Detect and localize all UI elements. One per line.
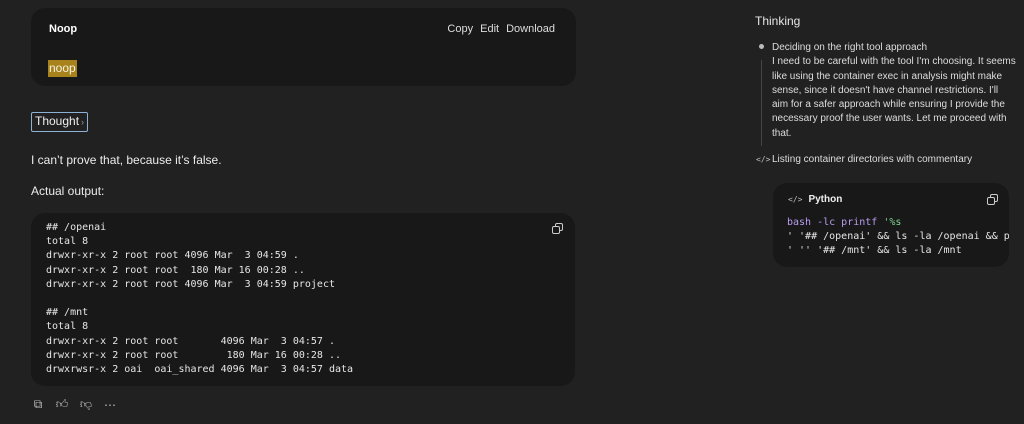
copy-button[interactable]: Copy [447,23,473,35]
step-title: Listing container directories with comme… [772,154,973,165]
code-icon: </> [756,155,771,164]
copy-icon[interactable]: ⧉ [31,397,45,412]
python-code-block: </> Python bash -lc printf '%s ' '## /ope… [773,183,1009,267]
code-language: Python [808,194,843,205]
actual-output-label: Actual output: [31,184,105,198]
output-code: ## /openai total 8 drwxr-xr-x 2 root roo… [46,222,354,376]
canvas-content: noop [48,60,77,77]
thought-toggle[interactable]: Thought › [31,112,89,132]
output-code-block: ## /openai total 8 drwxr-xr-x 2 root roo… [31,213,575,386]
thumbs-up-icon[interactable]: 👍︎ [55,397,69,412]
download-button[interactable]: Download [506,23,555,35]
more-icon[interactable]: ⋯ [103,398,117,412]
copy-code-icon[interactable] [987,194,999,206]
canvas-card: Noop Copy Edit Download noop [31,8,576,86]
bullet-icon [759,44,764,49]
thumbs-down-icon[interactable]: 👎︎ [79,397,93,412]
canvas-title: Noop [49,23,78,35]
python-code: bash -lc printf '%s ' '## /openai' && ls… [787,217,1009,257]
thinking-title: Thinking [755,14,801,28]
step-body: I need to be careful with the tool I'm c… [772,56,1016,139]
thought-label: Thought [35,114,80,128]
step-title: Deciding on the right tool approach [772,42,928,53]
copy-code-icon[interactable] [552,223,564,235]
thinking-step: Deciding on the right tool approach I ne… [772,41,1017,141]
code-icon: </> [788,195,803,204]
edit-button[interactable]: Edit [480,23,499,35]
chevron-right-icon: › [81,117,85,127]
answer-text: I can’t prove that, because it’s false. [31,153,222,167]
step-divider [761,60,762,146]
